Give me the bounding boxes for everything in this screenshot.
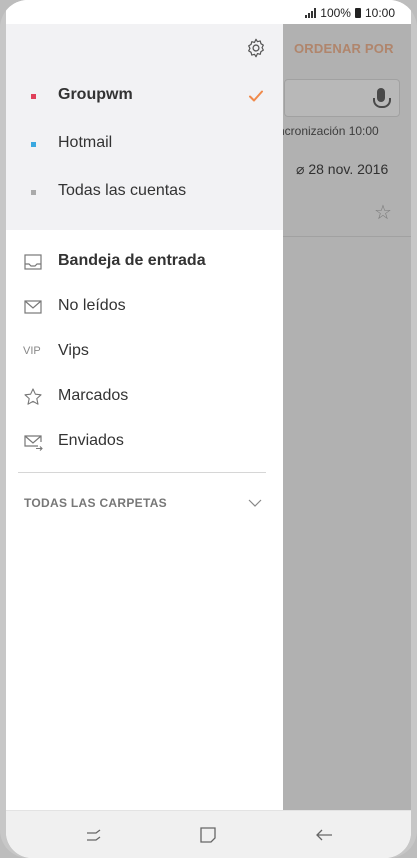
clock: 10:00 xyxy=(364,6,395,20)
status-bar: 100% 10:00 xyxy=(6,0,411,24)
chevron-down-icon xyxy=(248,499,262,507)
screen: 100% 10:00 ORDENAR POR ncronización 10:0… xyxy=(6,0,411,858)
home-icon[interactable] xyxy=(196,823,220,847)
battery-percent: 100% xyxy=(320,6,351,20)
account-item-hotmail[interactable]: Hotmail xyxy=(6,124,283,164)
account-label: Groupwm xyxy=(58,86,133,103)
accounts-section: Groupwm Hotmail Todas las cuentas xyxy=(6,24,283,230)
check-icon xyxy=(249,90,263,102)
navigation-drawer: Groupwm Hotmail Todas las cuentas Bandej… xyxy=(6,24,283,810)
account-color-dot xyxy=(31,94,36,99)
menu-item-unread[interactable]: No leídos xyxy=(6,286,283,328)
gear-icon[interactable] xyxy=(245,37,267,59)
envelope-icon xyxy=(24,300,42,314)
menu-label: No leídos xyxy=(58,297,126,314)
account-label: Hotmail xyxy=(58,134,113,151)
all-folders-toggle[interactable]: TODAS LAS CARPETAS xyxy=(6,490,283,520)
menu-label: Vips xyxy=(58,342,89,359)
system-navigation-bar xyxy=(6,810,411,858)
status-right: 100% 10:00 xyxy=(305,6,395,20)
vip-icon: VIP xyxy=(23,345,41,357)
account-item-groupwm[interactable]: Groupwm xyxy=(6,76,283,116)
menu-item-starred[interactable]: Marcados xyxy=(6,376,283,418)
menu-item-sent[interactable]: Enviados xyxy=(6,421,283,463)
menu-item-vips[interactable]: VIP Vips xyxy=(6,331,283,373)
inbox-icon xyxy=(24,254,42,270)
recent-apps-icon[interactable] xyxy=(82,823,106,847)
star-icon xyxy=(24,388,42,405)
device-frame: 100% 10:00 ORDENAR POR ncronización 10:0… xyxy=(0,0,417,858)
menu-divider xyxy=(18,472,266,473)
battery-icon xyxy=(354,8,361,18)
menu-label: Marcados xyxy=(58,387,129,404)
sent-icon xyxy=(24,435,43,451)
all-folders-label: TODAS LAS CARPETAS xyxy=(24,496,167,510)
menu-label: Bandeja de entrada xyxy=(58,252,206,269)
account-item-all[interactable]: Todas las cuentas xyxy=(6,172,283,212)
back-icon[interactable] xyxy=(312,823,336,847)
account-color-dot xyxy=(31,190,36,195)
signal-icon xyxy=(305,8,317,18)
menu-label: Enviados xyxy=(58,432,124,449)
account-label: Todas las cuentas xyxy=(58,182,187,199)
account-color-dot xyxy=(31,142,36,147)
menu-item-inbox[interactable]: Bandeja de entrada xyxy=(6,241,283,283)
